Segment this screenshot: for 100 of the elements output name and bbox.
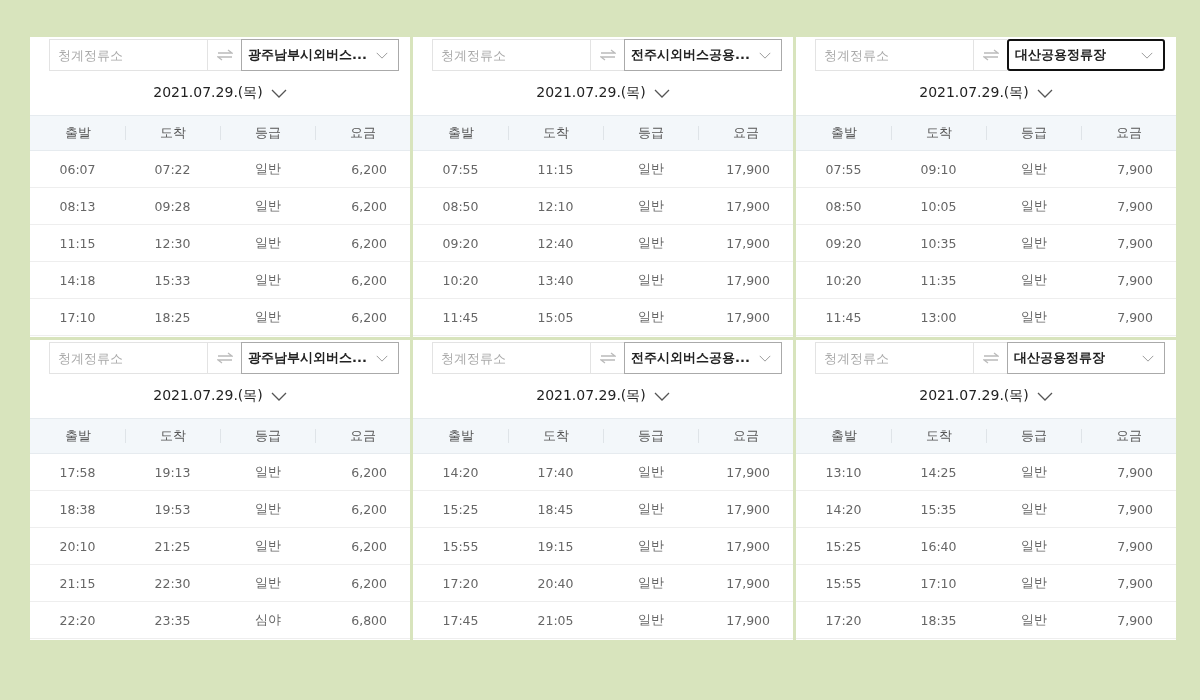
column-header: 요금 [733, 125, 759, 140]
table-cell-text: 09:28 [153, 198, 192, 214]
date-select[interactable]: 2021.07.29.(목) [536, 71, 670, 115]
table-cell-text: 08:13 [58, 198, 97, 214]
column-header: 도착 [543, 428, 569, 443]
table-cell-text: 7,900 [1116, 575, 1154, 591]
table-cell-text: 일반 [636, 537, 665, 555]
table-cell-text: 일반 [1019, 611, 1048, 629]
table-cell-text: 15:25 [824, 538, 863, 554]
table-cell-text: 일반 [636, 271, 665, 289]
table-cell-text: 일반 [253, 197, 282, 215]
table-cell-text: 17,900 [725, 161, 771, 177]
destination-select[interactable]: 광주남부시외버스... [241, 39, 399, 71]
swap-icon [216, 352, 233, 364]
table-cell-text: 일반 [1019, 537, 1048, 555]
table-cell-text: 6,200 [350, 309, 388, 325]
swap-button[interactable] [590, 39, 624, 71]
table-cell-text: 일반 [253, 234, 282, 252]
table-cell-text: 11:45 [824, 309, 863, 325]
table-cell-text: 일반 [253, 537, 282, 555]
table-cell-text: 06:07 [58, 161, 97, 177]
chevron-down-icon [270, 88, 287, 98]
table-cell-text: 15:55 [441, 538, 480, 554]
swap-icon [216, 49, 233, 61]
swap-button[interactable] [973, 39, 1007, 71]
table-cell-text: 7,900 [1116, 309, 1154, 325]
swap-button[interactable] [973, 342, 1007, 374]
column-header: 출발 [830, 428, 857, 443]
table-cell-text: 7,900 [1116, 538, 1154, 554]
column-header: 출발 [64, 125, 91, 140]
table-cell-text: 11:35 [919, 272, 958, 288]
table-cell-text: 일반 [636, 197, 665, 215]
table-cell-text: 일반 [253, 160, 282, 178]
table-cell-text: 18:38 [58, 501, 97, 517]
destination-select[interactable]: 광주남부시외버스... [241, 342, 399, 374]
origin-field[interactable]: 청계정류소 [432, 39, 590, 71]
table-cell-text: 6,800 [350, 612, 388, 628]
table-cell-text: 일반 [253, 574, 282, 592]
destination-select[interactable]: 대산공용정류장 [1007, 39, 1165, 71]
table-cell-text: 19:13 [153, 464, 192, 480]
table-cell-text: 14:18 [58, 272, 97, 288]
destination-select[interactable]: 전주시외버스공용... [624, 342, 782, 374]
table-cell-text: 17:58 [58, 464, 97, 480]
origin-field[interactable]: 청계정류소 [49, 342, 207, 374]
table-cell-text: 6,200 [350, 575, 388, 591]
table-cell-text: 09:20 [824, 235, 863, 251]
table-cell-text: 21:15 [58, 575, 97, 591]
table-cell-text: 7,900 [1116, 272, 1154, 288]
table-cell-text: 17,900 [725, 198, 771, 214]
chevron-down-icon [376, 51, 388, 59]
origin-field[interactable]: 청계정류소 [815, 39, 973, 71]
column-header: 요금 [1116, 428, 1142, 443]
swap-icon [599, 352, 616, 364]
table-cell-text: 23:35 [153, 612, 192, 628]
column-header: 요금 [733, 428, 759, 443]
origin-field[interactable]: 청계정류소 [49, 39, 207, 71]
column-header: 요금 [350, 428, 376, 443]
column-header: 도착 [543, 125, 569, 140]
table-cell-text: 7,900 [1116, 235, 1154, 251]
swap-icon [982, 49, 999, 61]
column-header: 등급 [1021, 428, 1047, 443]
column-header: 출발 [64, 428, 91, 443]
column-header: 도착 [160, 125, 186, 140]
table-cell-text: 일반 [253, 500, 282, 518]
date-select[interactable]: 2021.07.29.(목) [919, 374, 1053, 418]
date-select[interactable]: 2021.07.29.(목) [919, 71, 1053, 115]
destination-select[interactable]: 대산공용정류장 [1007, 342, 1165, 374]
origin-field[interactable]: 청계정류소 [432, 342, 590, 374]
date-select[interactable]: 2021.07.29.(목) [153, 71, 287, 115]
table-cell-text: 일반 [1019, 308, 1048, 326]
column-header: 출발 [447, 125, 474, 140]
swap-button[interactable] [207, 39, 241, 71]
table-cell-text: 15:35 [919, 501, 958, 517]
table-cell-text: 21:25 [153, 538, 192, 554]
origin-field[interactable]: 청계정류소 [815, 342, 973, 374]
table-cell-text: 16:40 [919, 538, 958, 554]
destination-select[interactable]: 전주시외버스공용... [624, 39, 782, 71]
table-cell-text: 17,900 [725, 612, 771, 628]
table-cell-text: 17,900 [725, 575, 771, 591]
table-cell-text: 20:40 [536, 575, 575, 591]
table-cell-text: 11:15 [58, 235, 97, 251]
column-header: 등급 [255, 428, 281, 443]
table-cell-text: 심야 [253, 611, 282, 629]
column-header: 등급 [638, 125, 664, 140]
table-cell-text: 7,900 [1116, 198, 1154, 214]
date-select[interactable]: 2021.07.29.(목) [536, 374, 670, 418]
table-cell-text: 13:40 [536, 272, 575, 288]
table-cell-text: 17,900 [725, 235, 771, 251]
swap-button[interactable] [207, 342, 241, 374]
swap-icon [599, 49, 616, 61]
chevron-down-icon [759, 51, 771, 59]
table-cell-text: 20:10 [58, 538, 97, 554]
table-cell-text: 10:20 [441, 272, 480, 288]
table-cell-text: 일반 [253, 463, 282, 481]
table-cell-text: 일반 [1019, 160, 1048, 178]
table-cell-text: 7,900 [1116, 501, 1154, 517]
column-header: 출발 [447, 428, 474, 443]
date-select[interactable]: 2021.07.29.(목) [153, 374, 287, 418]
table-cell-text: 6,200 [350, 161, 388, 177]
swap-button[interactable] [590, 342, 624, 374]
